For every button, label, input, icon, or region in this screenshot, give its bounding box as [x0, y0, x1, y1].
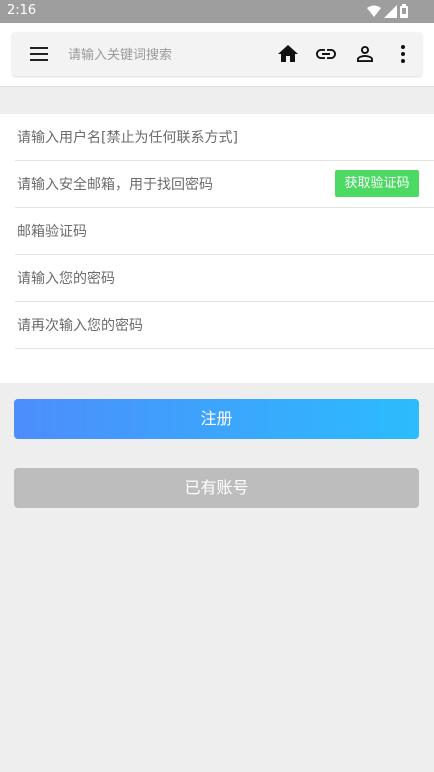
- get-code-button[interactable]: 获取验证码: [335, 170, 419, 197]
- register-form: 获取验证码: [0, 114, 434, 383]
- password-row: [15, 255, 434, 302]
- signal-icon: [384, 4, 397, 18]
- email-row: 获取验证码: [15, 161, 434, 208]
- status-bar: 2:16: [0, 0, 434, 23]
- link-icon[interactable]: [314, 42, 338, 66]
- email-input[interactable]: [15, 161, 319, 208]
- wifi-icon: [367, 5, 381, 17]
- username-input[interactable]: [15, 114, 419, 161]
- confirm-password-row: [15, 302, 434, 349]
- battery-icon: [400, 4, 408, 18]
- menu-icon[interactable]: [28, 43, 50, 65]
- have-account-button[interactable]: 已有账号: [14, 468, 419, 508]
- search-input[interactable]: [66, 43, 260, 67]
- more-vert-icon[interactable]: [391, 42, 415, 66]
- app-bar: [0, 23, 434, 87]
- search-bar: [12, 32, 422, 76]
- email-code-input[interactable]: [15, 208, 319, 255]
- register-button[interactable]: 注册: [14, 399, 419, 439]
- status-time: 2:16: [7, 3, 37, 18]
- confirm-password-input[interactable]: [15, 302, 319, 349]
- home-icon[interactable]: [276, 42, 300, 66]
- username-row: [15, 114, 434, 161]
- code-row: [15, 208, 434, 255]
- password-input[interactable]: [15, 255, 319, 302]
- person-icon[interactable]: [353, 42, 377, 66]
- status-icons: [367, 4, 408, 18]
